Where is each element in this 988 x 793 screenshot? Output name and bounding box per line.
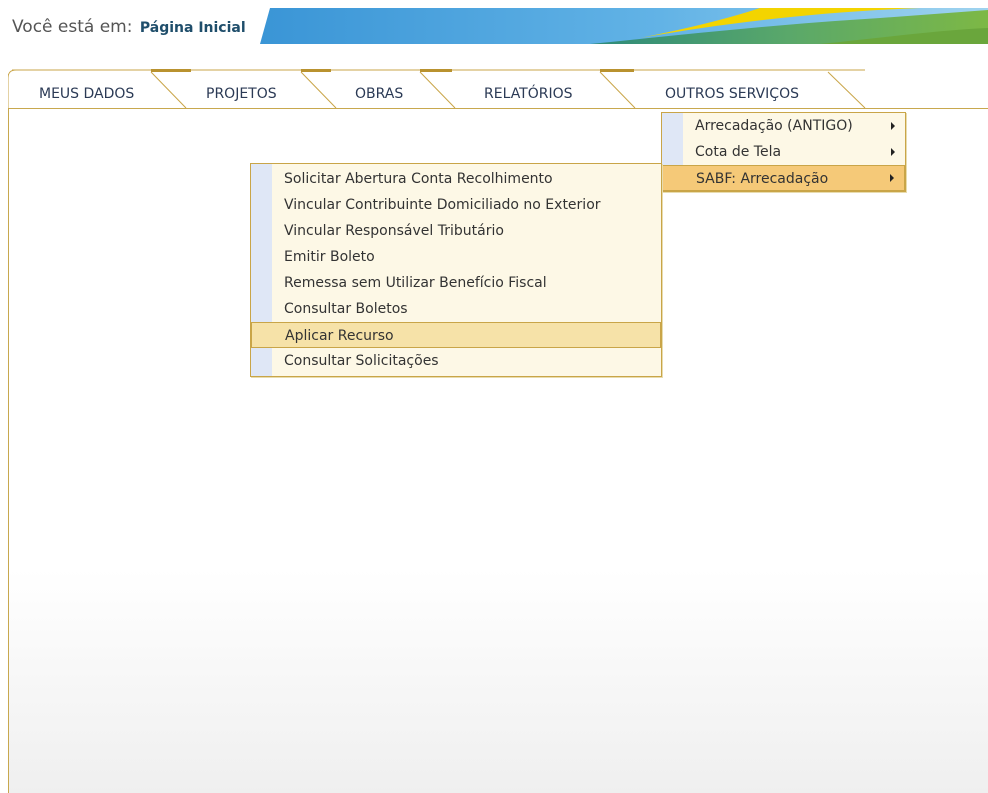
menu-item-label: Vincular Responsável Tributário xyxy=(284,223,504,239)
tab-meus-dados[interactable]: MEUS DADOS xyxy=(39,86,134,102)
outros-servicos-menu: Arrecadação (ANTIGO) Cota de Tela SABF: … xyxy=(661,112,906,192)
menu-item-label: Arrecadação (ANTIGO) xyxy=(695,118,853,134)
breadcrumb-prefix: Você está em: xyxy=(12,17,133,37)
menu-item-sabf-arrecadacao[interactable]: SABF: Arrecadação xyxy=(662,165,905,191)
menu-item-aplicar-recurso[interactable]: Aplicar Recurso xyxy=(251,322,661,348)
menu-item-remessa-sem-beneficio[interactable]: Remessa sem Utilizar Benefício Fiscal xyxy=(251,270,661,296)
menu-item-solicitar-abertura-conta[interactable]: Solicitar Abertura Conta Recolhimento xyxy=(251,166,661,192)
menu-item-label: Solicitar Abertura Conta Recolhimento xyxy=(284,171,553,187)
menu-item-label: Consultar Solicitações xyxy=(284,353,439,369)
sabf-submenu: Solicitar Abertura Conta Recolhimento Vi… xyxy=(250,163,662,377)
menu-item-cota-de-tela[interactable]: Cota de Tela xyxy=(662,139,905,165)
menu-item-label: Emitir Boleto xyxy=(284,249,375,265)
menu-item-consultar-solicitacoes[interactable]: Consultar Solicitações xyxy=(251,348,661,374)
breadcrumb-home-link[interactable]: Página Inicial xyxy=(140,20,246,36)
menu-item-emitir-boleto[interactable]: Emitir Boleto xyxy=(251,244,661,270)
breadcrumb: Você está em: Página Inicial xyxy=(12,17,246,37)
header: Você está em: Página Inicial xyxy=(0,0,988,50)
menu-item-vincular-contribuinte[interactable]: Vincular Contribuinte Domiciliado no Ext… xyxy=(251,192,661,218)
menu-item-label: Vincular Contribuinte Domiciliado no Ext… xyxy=(284,197,601,213)
submenu-arrow-icon xyxy=(891,148,895,156)
menu-item-arrecadacao-antigo[interactable]: Arrecadação (ANTIGO) xyxy=(662,113,905,139)
menu-item-label: Consultar Boletos xyxy=(284,301,408,317)
tab-obras[interactable]: OBRAS xyxy=(355,86,403,102)
menu-item-consultar-boletos[interactable]: Consultar Boletos xyxy=(251,296,661,322)
submenu-arrow-icon xyxy=(891,122,895,130)
menu-item-label: Remessa sem Utilizar Benefício Fiscal xyxy=(284,275,547,291)
tab-relatorios[interactable]: RELATÓRIOS xyxy=(484,86,573,102)
header-banner xyxy=(260,8,988,44)
tab-outros-servicos[interactable]: OUTROS SERVIÇOS xyxy=(665,86,799,102)
menu-item-label: Cota de Tela xyxy=(695,144,782,160)
tab-projetos[interactable]: PROJETOS xyxy=(206,86,277,102)
menu-item-vincular-responsavel[interactable]: Vincular Responsável Tributário xyxy=(251,218,661,244)
menu-item-label: SABF: Arrecadação xyxy=(696,171,829,187)
submenu-arrow-icon xyxy=(890,174,894,182)
menu-item-label: Aplicar Recurso xyxy=(285,328,394,344)
